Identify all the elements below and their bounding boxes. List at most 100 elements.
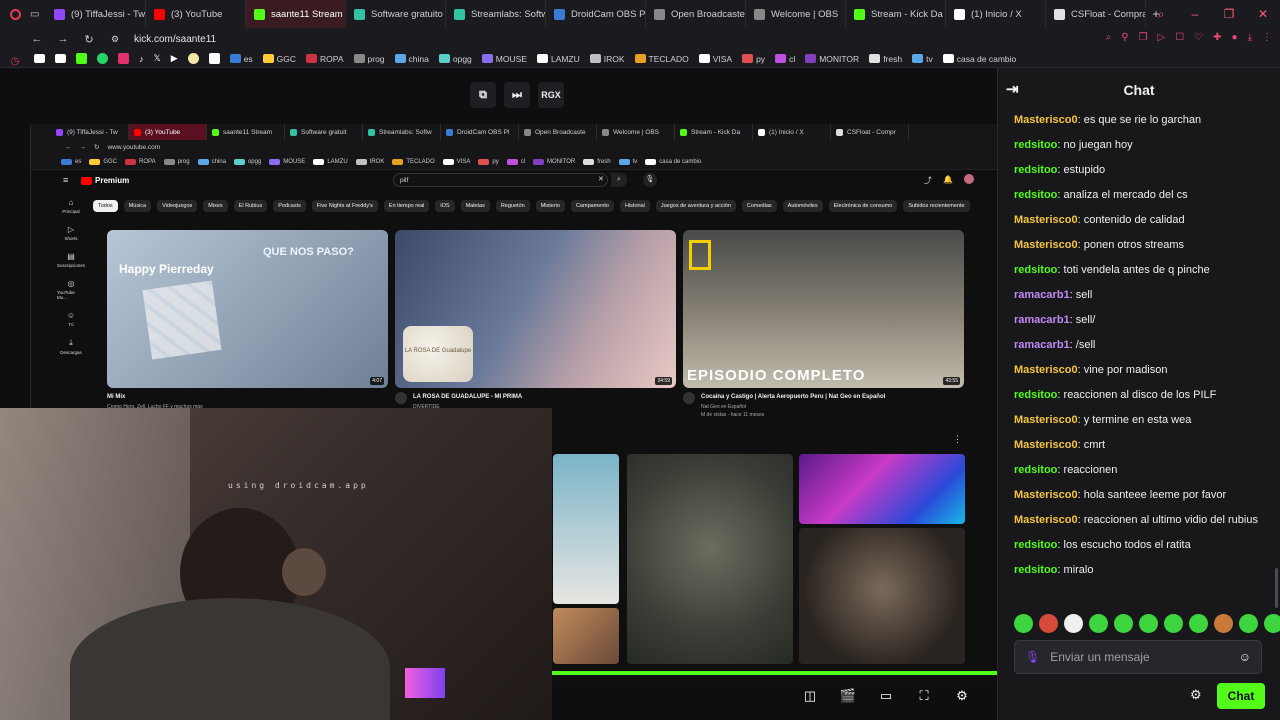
download-icon[interactable]: ⤓ bbox=[1248, 32, 1252, 43]
bookmark-item[interactable]: fresh bbox=[869, 54, 902, 64]
bookmark-item[interactable]: opgg bbox=[438, 54, 472, 64]
emote-icon[interactable] bbox=[1114, 614, 1133, 633]
emote-icon[interactable] bbox=[1239, 614, 1258, 633]
minimize-icon[interactable]: – bbox=[1178, 7, 1212, 21]
save-icon[interactable]: ☐ bbox=[1175, 32, 1184, 43]
chat-settings-icon[interactable]: ⚙ bbox=[1190, 687, 1202, 703]
reload-icon[interactable]: ↻ bbox=[82, 33, 96, 46]
history-icon[interactable]: ◷ bbox=[11, 56, 20, 67]
chat-username[interactable]: redsitoo bbox=[1014, 189, 1057, 201]
chat-username[interactable]: Masterisco0 bbox=[1014, 489, 1078, 501]
bookmark-tiktok-icon[interactable]: ♪ bbox=[139, 54, 144, 64]
bookmark-item[interactable]: china bbox=[394, 54, 429, 64]
site-info-icon[interactable]: ⚙ bbox=[108, 34, 122, 45]
emoji-picker-icon[interactable]: ☺ bbox=[1239, 650, 1251, 664]
bookmark-item[interactable]: tv bbox=[912, 54, 933, 64]
bookmark-item[interactable]: py bbox=[742, 54, 765, 64]
extensions-icon[interactable]: ✚ bbox=[1213, 32, 1221, 43]
chat-username[interactable]: redsitoo bbox=[1014, 389, 1057, 401]
bookmark-item[interactable]: ROPA bbox=[306, 54, 344, 64]
chat-username[interactable]: ramacarb1 bbox=[1014, 339, 1070, 351]
popout-button[interactable]: ⧉ bbox=[470, 82, 496, 108]
mic-icon[interactable]: 🎙 bbox=[1025, 650, 1040, 664]
browser-tab[interactable]: CSFloat - Compra bbox=[1046, 0, 1146, 28]
close-icon[interactable]: ✕ bbox=[1246, 7, 1280, 21]
stream-player[interactable]: ⧉ ⏭ RGX (9) TiffaJessi - Tw (3) YouTube sa… bbox=[0, 68, 997, 720]
bookmark-instagram-icon[interactable] bbox=[118, 53, 129, 64]
chat-username[interactable]: Masterisco0 bbox=[1014, 364, 1078, 376]
settings-gear-icon[interactable]: ⚙ bbox=[952, 688, 972, 706]
play-icon[interactable]: ▷ bbox=[1158, 32, 1166, 43]
zoom-icon[interactable]: ⌕ bbox=[1106, 32, 1112, 43]
emote-icon[interactable] bbox=[1189, 614, 1208, 633]
chat-username[interactable]: redsitoo bbox=[1014, 539, 1057, 551]
bookmark-item[interactable]: es bbox=[229, 54, 253, 64]
bookmark-item[interactable]: TECLADO bbox=[634, 54, 689, 64]
emote-icon[interactable] bbox=[1089, 614, 1108, 633]
chat-username[interactable]: redsitoo bbox=[1014, 139, 1057, 151]
emote-icon[interactable] bbox=[1039, 614, 1058, 633]
bookmark-amazon-icon[interactable] bbox=[208, 53, 220, 64]
chat-username[interactable]: Masterisco0 bbox=[1014, 239, 1078, 251]
bookmark-item[interactable]: casa de cambio bbox=[942, 54, 1016, 64]
browser-menu-icon[interactable] bbox=[0, 0, 30, 28]
emote-icon[interactable] bbox=[1064, 614, 1083, 633]
browser-tab[interactable]: DroidCam OBS Pl bbox=[546, 0, 646, 28]
chat-username[interactable]: Masterisco0 bbox=[1014, 439, 1078, 451]
bookmark-item[interactable]: cl bbox=[775, 54, 795, 64]
browser-tab[interactable]: Open Broadcaste bbox=[646, 0, 746, 28]
copy-icon[interactable]: ❐ bbox=[1139, 32, 1148, 43]
theater-mode-icon[interactable]: ▭ bbox=[876, 688, 896, 706]
chat-message-input[interactable]: 🎙 Enviar un mensaje ☺ bbox=[1014, 640, 1262, 674]
bookmark-item[interactable]: VISA bbox=[698, 54, 732, 64]
bookmark-x-icon[interactable]: 𝕏 bbox=[154, 53, 161, 64]
emote-icon[interactable] bbox=[1264, 614, 1280, 633]
bookmark-whatsapp-icon[interactable] bbox=[97, 53, 108, 64]
chat-username[interactable]: Masterisco0 bbox=[1014, 414, 1078, 426]
emote-icon[interactable] bbox=[1214, 614, 1233, 633]
skip-button[interactable]: ⏭ bbox=[504, 82, 530, 108]
restore-icon[interactable]: ❐ bbox=[1212, 7, 1246, 21]
emote-icon[interactable] bbox=[1164, 614, 1183, 633]
browser-tab[interactable]: Stream - Kick Da bbox=[846, 0, 946, 28]
browser-tab[interactable]: (9) TiffaJessi - Tw bbox=[46, 0, 146, 28]
emote-icon[interactable] bbox=[1014, 614, 1033, 633]
chat-username[interactable]: redsitoo bbox=[1014, 564, 1057, 576]
browser-tab[interactable]: saante11 Stream - Watch bbox=[246, 0, 346, 28]
collapse-chat-icon[interactable]: ⇥ bbox=[1006, 80, 1019, 98]
tab-list-icon[interactable]: ▭ bbox=[30, 9, 46, 20]
browser-menu-dots[interactable]: ⋮ bbox=[1262, 32, 1272, 43]
mini-player-icon[interactable]: ◫ bbox=[800, 688, 820, 706]
bookmark-icon[interactable] bbox=[187, 53, 199, 64]
chat-username[interactable]: Masterisco0 bbox=[1014, 514, 1078, 526]
bookmark-kick-icon[interactable] bbox=[76, 53, 87, 64]
chat-username[interactable]: ramacarb1 bbox=[1014, 314, 1070, 326]
bookmark-youtube-icon[interactable]: ▶ bbox=[171, 53, 178, 64]
chat-username[interactable]: redsitoo bbox=[1014, 164, 1057, 176]
browser-tab[interactable]: (3) YouTube bbox=[146, 0, 246, 28]
bookmark-item[interactable]: prog bbox=[353, 54, 385, 64]
url-field[interactable]: kick.com/saante11 bbox=[134, 34, 216, 45]
chat-username[interactable]: redsitoo bbox=[1014, 264, 1057, 276]
browser-tab[interactable]: Streamlabs: Softw bbox=[446, 0, 546, 28]
pin-icon[interactable]: ⚲ bbox=[1121, 32, 1128, 43]
clip-icon[interactable]: 🎬 bbox=[838, 688, 858, 706]
chat-scrollbar[interactable] bbox=[1275, 568, 1278, 608]
fullscreen-icon[interactable]: ⛶ bbox=[914, 688, 934, 706]
forward-icon[interactable]: → bbox=[56, 33, 70, 45]
bookmark-item[interactable]: IROK bbox=[589, 54, 625, 64]
chat-username[interactable]: redsitoo bbox=[1014, 464, 1057, 476]
browser-tab[interactable]: Welcome | OBS bbox=[746, 0, 846, 28]
emote-icon[interactable] bbox=[1139, 614, 1158, 633]
send-chat-button[interactable]: Chat bbox=[1217, 683, 1265, 709]
browser-tab[interactable]: Software gratuito bbox=[346, 0, 446, 28]
bookmark-item[interactable]: MONITOR bbox=[805, 54, 859, 64]
search-tabs-icon[interactable]: ⌕ bbox=[1144, 7, 1178, 22]
profile-avatar[interactable]: ● bbox=[1232, 32, 1238, 43]
heart-icon[interactable]: ♡ bbox=[1194, 32, 1203, 43]
rgx-button[interactable]: RGX bbox=[538, 82, 564, 108]
chat-username[interactable]: Masterisco0 bbox=[1014, 114, 1078, 126]
bookmark-item[interactable]: GGC bbox=[262, 54, 296, 64]
browser-tab[interactable]: (1) Inicio / X bbox=[946, 0, 1046, 28]
back-icon[interactable]: ← bbox=[30, 33, 44, 45]
